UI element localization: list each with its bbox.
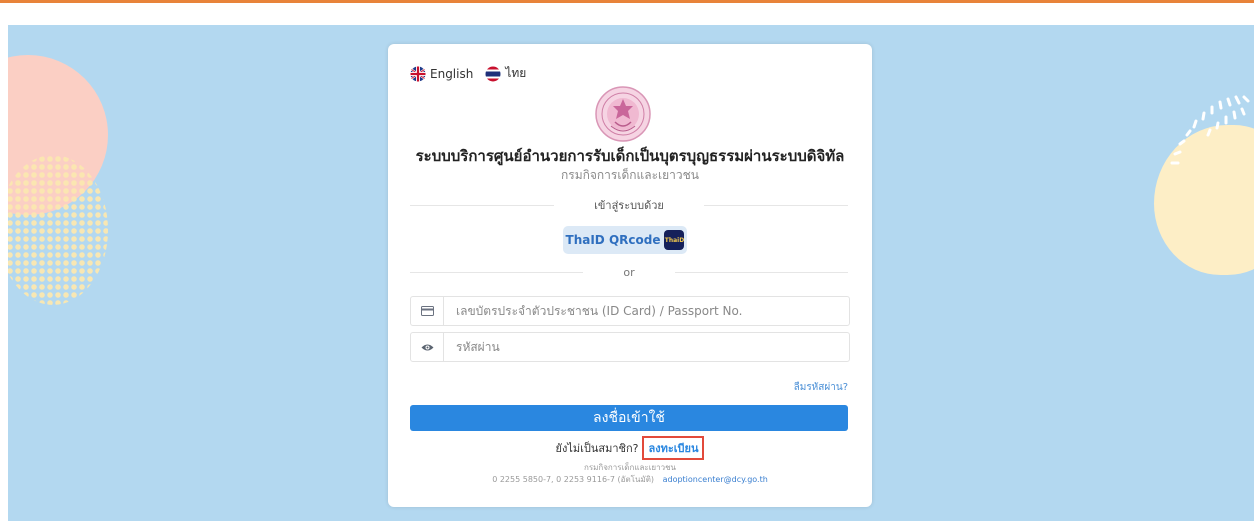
language-english-label: English <box>430 66 474 81</box>
login-with-divider: เข้าสู่ระบบด้วย <box>410 196 848 214</box>
eye-icon[interactable] <box>411 333 444 361</box>
login-card: English ไทย ระบบบริการศูนย์อำนวยการรับเด… <box>388 44 872 507</box>
divider-line <box>410 272 584 273</box>
divider-line <box>703 204 848 206</box>
divider-line <box>410 204 555 206</box>
footer-phones: 0 2255 5850-7, 0 2253 9116-7 (อัตโนมัติ) <box>492 475 655 484</box>
id-card-field-group <box>410 296 850 326</box>
footer-email-link[interactable]: adoptioncenter@dcy.go.th <box>663 475 768 484</box>
register-row: ยังไม่เป็นสมาชิก? ลงทะเบียน <box>388 436 872 460</box>
password-field-group <box>410 332 850 362</box>
language-switcher: English ไทย <box>410 64 538 83</box>
page-title: ระบบบริการศูนย์อำนวยการรับเด็กเป็นบุตรบุ… <box>415 147 845 165</box>
language-thai[interactable]: ไทย <box>485 64 526 83</box>
uk-flag-icon <box>410 66 426 81</box>
login-button[interactable]: ลงชื่อเข้าใช้ <box>410 405 848 431</box>
thaid-logo-icon: ThaiD <box>664 230 685 250</box>
id-card-input[interactable] <box>444 298 849 324</box>
id-card-icon <box>411 297 444 325</box>
footer-contact: 0 2255 5850-7, 0 2253 9116-7 (อัตโนมัติ)… <box>388 473 872 486</box>
language-thai-label: ไทย <box>505 66 527 80</box>
login-with-label: เข้าสู่ระบบด้วย <box>594 199 664 212</box>
government-seal-icon <box>595 86 651 142</box>
thai-flag-icon <box>485 66 501 81</box>
or-divider: or <box>410 266 849 279</box>
decor-rays <box>1170 95 1250 165</box>
thaid-qrcode-button[interactable]: ThaID QRcode ThaiD <box>563 226 687 254</box>
forgot-password-link[interactable]: ลืมรหัสผ่าน? <box>794 380 848 395</box>
password-input[interactable] <box>444 334 849 360</box>
or-label: or <box>623 266 635 279</box>
language-english[interactable]: English <box>410 66 473 82</box>
register-link[interactable]: ลงทะเบียน <box>642 436 705 460</box>
divider-line <box>674 272 849 273</box>
not-member-label: ยังไม่เป็นสมาชิก? <box>555 442 639 455</box>
thaid-label: ThaID QRcode <box>565 233 661 247</box>
top-accent-bar <box>0 0 1254 3</box>
page-subtitle: กรมกิจการเด็กและเยาวชน <box>560 168 700 182</box>
